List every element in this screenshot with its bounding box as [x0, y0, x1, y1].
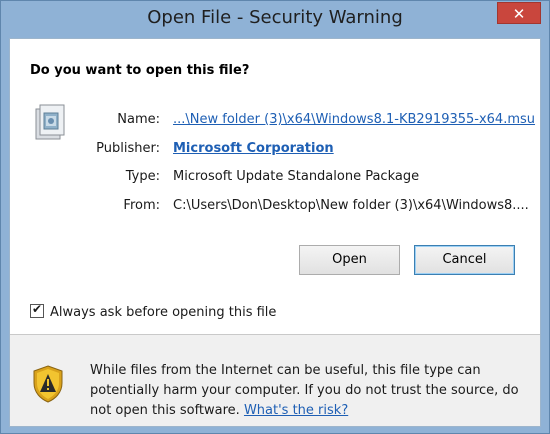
publisher-link[interactable]: Microsoft Corporation: [173, 141, 334, 156]
close-button[interactable]: ✕: [497, 2, 541, 24]
type-label: Type:: [125, 169, 160, 184]
cancel-button[interactable]: Cancel: [414, 245, 515, 275]
dialog-content: Do you want to open this file? Name: ...…: [9, 38, 541, 427]
title-bar[interactable]: Open File - Security Warning ✕: [1, 1, 549, 37]
warning-shield-icon: [33, 365, 63, 403]
checkmark-icon: ✔: [32, 302, 43, 316]
name-link[interactable]: ...\New folder (3)\x64\Windows8.1-KB2919…: [173, 112, 535, 127]
open-button[interactable]: Open: [299, 245, 400, 275]
type-value: Microsoft Update Standalone Package: [173, 169, 420, 184]
name-label: Name:: [117, 112, 160, 127]
dialog-question: Do you want to open this file?: [30, 63, 250, 78]
whats-the-risk-link[interactable]: What's the risk?: [244, 403, 348, 418]
publisher-label: Publisher:: [96, 141, 160, 156]
dialog-window: Open File - Security Warning ✕ Do you wa…: [0, 0, 550, 434]
warning-panel: While files from the Internet can be use…: [10, 335, 540, 426]
warning-text: While files from the Internet can be use…: [90, 361, 520, 421]
from-label: From:: [123, 198, 160, 213]
always-ask-label: Always ask before opening this file: [50, 305, 277, 320]
from-value: C:\Users\Don\Desktop\New folder (3)\x64\…: [173, 198, 529, 213]
always-ask-checkbox-row[interactable]: ✔ Always ask before opening this file: [30, 302, 277, 320]
window-title: Open File - Security Warning: [147, 7, 403, 28]
always-ask-checkbox[interactable]: ✔: [30, 302, 44, 318]
